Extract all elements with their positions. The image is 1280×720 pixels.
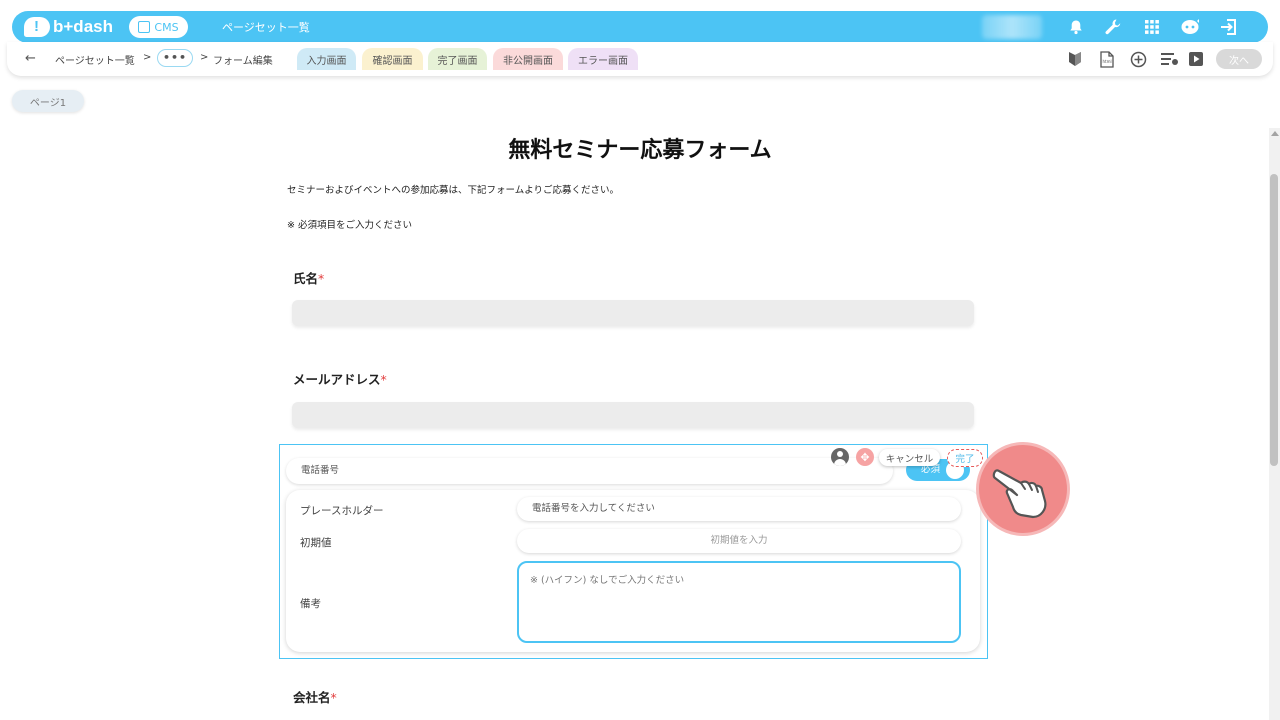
cancel-button[interactable]: キャンセル xyxy=(879,449,940,466)
list-settings-icon[interactable] xyxy=(1161,50,1179,68)
top-header: b+dash CMS ページセット一覧 xyxy=(12,11,1268,43)
logo[interactable]: b+dash xyxy=(24,16,113,38)
scroll-up-arrow-icon[interactable] xyxy=(1271,131,1279,136)
placeholder-input[interactable]: 電話番号を入力してください xyxy=(517,497,961,521)
required-note: ※ 必須項目をご入力ください xyxy=(287,220,412,231)
cms-label: CMS xyxy=(154,20,179,34)
logo-icon xyxy=(24,17,50,37)
breadcrumb-more-button[interactable]: ••• xyxy=(157,49,193,67)
required-mark: * xyxy=(330,690,337,705)
tab-confirm-screen[interactable]: 確認画面 xyxy=(362,48,423,70)
form-title: 無料セミナー応募フォーム xyxy=(508,138,772,163)
header-title[interactable]: ページセット一覧 xyxy=(222,19,310,35)
required-mark: * xyxy=(380,372,387,387)
bell-icon[interactable] xyxy=(1066,17,1086,37)
name-field-label[interactable]: 氏名* xyxy=(293,268,324,287)
scrollbar-thumb[interactable] xyxy=(1270,174,1278,466)
click-indicator xyxy=(976,442,1070,536)
default-value-label: 初期値 xyxy=(300,537,332,549)
breadcrumb-separator: > xyxy=(143,52,152,63)
play-icon[interactable] xyxy=(1187,50,1205,68)
default-value-input[interactable]: 初期値を入力 xyxy=(517,529,961,553)
field-label-text: 会社名 xyxy=(293,690,331,705)
placeholder-label: プレースホルダー xyxy=(300,505,384,517)
note-label: 備考 xyxy=(300,598,321,610)
editor-toolbar: ← ページセット一覧 > ••• > フォーム編集 入力画面 確認画面 完了画面… xyxy=(7,42,1273,76)
svg-text:html: html xyxy=(1103,59,1112,64)
account-info-blurred xyxy=(982,15,1042,39)
field-name-input[interactable]: 電話番号 xyxy=(286,458,893,484)
wrench-icon[interactable] xyxy=(1103,17,1123,37)
html-file-icon[interactable]: html xyxy=(1098,50,1116,68)
tab-private-screen[interactable]: 非公開画面 xyxy=(493,48,563,70)
beginner-icon[interactable] xyxy=(1066,50,1084,68)
email-field-label[interactable]: メールアドレス* xyxy=(293,369,387,388)
logout-icon[interactable] xyxy=(1219,17,1239,37)
required-mark: * xyxy=(318,271,325,286)
next-button[interactable]: 次へ xyxy=(1216,49,1262,69)
breadcrumb-page-sets[interactable]: ページセット一覧 xyxy=(55,52,135,67)
company-field-label[interactable]: 会社名* xyxy=(293,687,337,706)
logo-text: b+dash xyxy=(53,17,113,36)
tab-input-screen[interactable]: 入力画面 xyxy=(297,48,356,70)
field-label-text: 氏名 xyxy=(293,271,319,286)
grid-icon[interactable] xyxy=(1142,17,1162,37)
assistant-icon[interactable] xyxy=(1180,17,1200,37)
breadcrumb-separator: > xyxy=(200,52,209,63)
tab-error-screen[interactable]: エラー画面 xyxy=(568,48,638,70)
cms-button[interactable]: CMS xyxy=(129,16,188,38)
pointing-hand-icon xyxy=(992,469,1047,519)
note-textarea[interactable]: ※ (ハイフン) なしでご入力ください xyxy=(517,561,961,643)
tab-complete-screen[interactable]: 完了画面 xyxy=(428,48,487,70)
email-input[interactable] xyxy=(292,402,974,428)
user-icon[interactable] xyxy=(831,448,849,466)
field-label-text: メールアドレス xyxy=(293,372,381,387)
back-arrow-icon[interactable]: ← xyxy=(25,51,36,66)
form-intro: セミナーおよびイベントへの参加応募は、下記フォームよりご応募ください。 xyxy=(287,185,620,196)
add-circle-icon[interactable] xyxy=(1129,50,1147,68)
page-tab-1[interactable]: ページ1 xyxy=(12,90,84,112)
edit-icon xyxy=(138,21,151,33)
name-input[interactable] xyxy=(292,300,974,326)
done-button[interactable]: 完了 xyxy=(947,449,983,467)
move-icon[interactable]: ✥ xyxy=(856,448,874,466)
breadcrumb-form-edit: フォーム編集 xyxy=(213,56,273,67)
